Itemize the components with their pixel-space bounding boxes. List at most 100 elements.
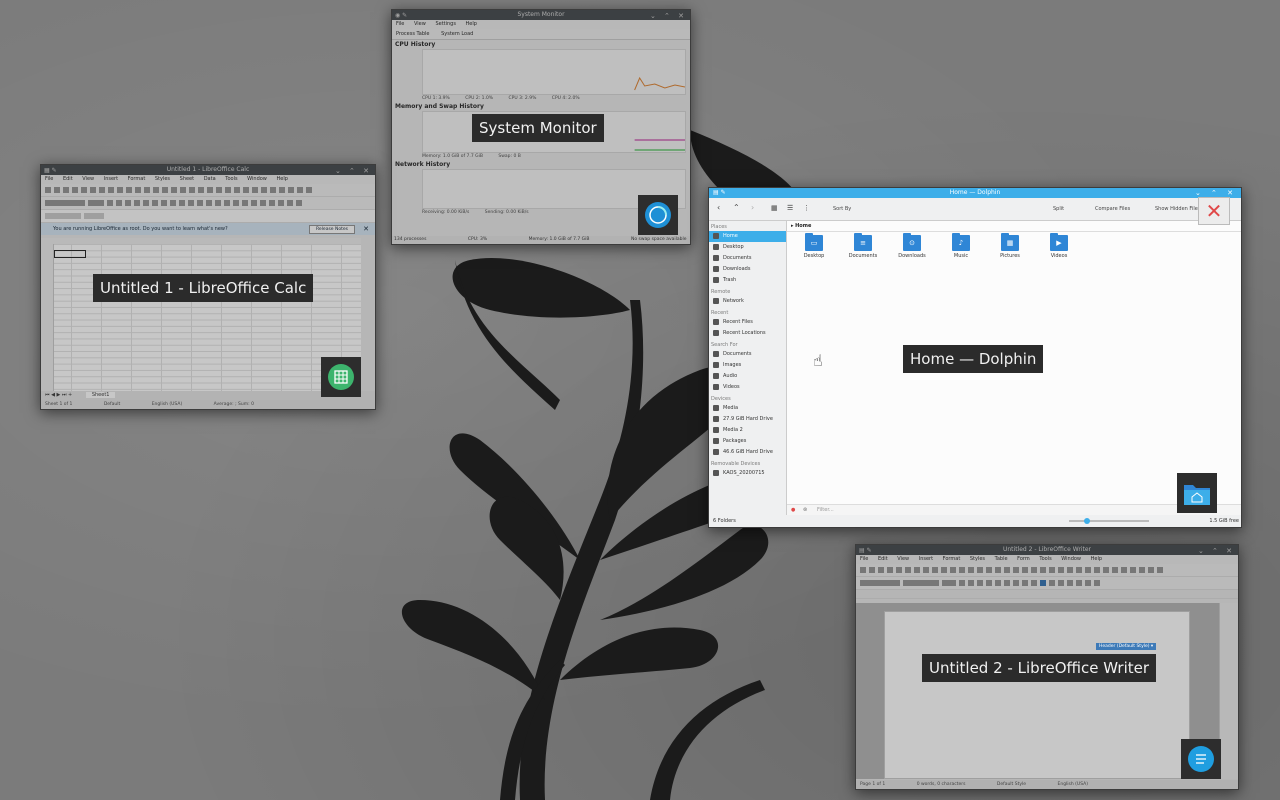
cell-grid[interactable] xyxy=(41,244,361,391)
menu-sheet[interactable]: Sheet xyxy=(180,176,194,182)
menu-table[interactable]: Table xyxy=(995,556,1008,562)
lock-icon[interactable]: ⊜ xyxy=(803,505,807,515)
calc-label[interactable]: Untitled 1 - LibreOffice Calc xyxy=(93,274,314,302)
close-filter-icon[interactable]: ● xyxy=(791,505,795,515)
device-item[interactable]: Packages xyxy=(709,436,786,447)
menu-insert[interactable]: Insert xyxy=(919,556,933,562)
zoom-slider[interactable] xyxy=(1069,520,1149,522)
calc-titlebar[interactable]: ▦ ✎ Untitled 1 - LibreOffice Calc ⌄ ⌃ ✕ xyxy=(41,165,375,175)
menu-file[interactable]: File xyxy=(396,21,404,27)
details-view-icon[interactable]: ☰ xyxy=(787,204,793,212)
app-menu-icon[interactable]: ◉ ✎ xyxy=(395,11,407,21)
device-item[interactable]: 27.9 GiB Hard Drive xyxy=(709,414,786,425)
places-item-home[interactable]: Home xyxy=(709,231,786,242)
menu-view[interactable]: View xyxy=(897,556,909,562)
search-item-documents[interactable]: Documents xyxy=(709,349,786,360)
menu-help[interactable]: Help xyxy=(466,21,477,27)
menu-tools[interactable]: Tools xyxy=(1039,556,1051,562)
folder-documents[interactable]: ≡ Documents xyxy=(843,233,883,259)
show-hidden-files-button[interactable]: Show Hidden Files xyxy=(1155,206,1200,212)
forward-icon[interactable]: › xyxy=(751,203,754,212)
menu-view[interactable]: View xyxy=(82,176,94,182)
places-item-network[interactable]: Network xyxy=(709,296,786,307)
device-item[interactable]: 46.6 GiB Hard Drive xyxy=(709,447,786,458)
places-item-desktop[interactable]: Desktop xyxy=(709,242,786,253)
window-controls[interactable]: ⌄ ⌃ ✕ xyxy=(1198,546,1235,556)
up-icon[interactable]: ⌃ xyxy=(733,203,740,212)
menu-view[interactable]: View xyxy=(414,21,426,27)
menu-insert[interactable]: Insert xyxy=(104,176,118,182)
device-item[interactable]: Media 2 xyxy=(709,425,786,436)
menu-tools[interactable]: Tools xyxy=(225,176,237,182)
tab-system-load[interactable]: System Load xyxy=(441,31,473,37)
menu-window[interactable]: Window xyxy=(247,176,267,182)
tree-view-icon[interactable]: ⋮ xyxy=(803,204,810,212)
places-item-downloads[interactable]: Downloads xyxy=(709,264,786,275)
compare-files-button[interactable]: Compare Files xyxy=(1095,206,1130,212)
dolphin-titlebar[interactable]: ▤ ✎ Home — Dolphin ⌄ ⌃ ✕ xyxy=(709,188,1241,198)
split-button[interactable]: Split xyxy=(1053,206,1064,212)
menu-file[interactable]: File xyxy=(45,176,53,182)
places-item-trash[interactable]: Trash xyxy=(709,275,786,286)
places-item-documents[interactable]: Documents xyxy=(709,253,786,264)
icons-view-icon[interactable]: ▦ xyxy=(771,204,778,212)
app-menu-icon[interactable]: ▤ ✎ xyxy=(859,546,872,556)
menu-form[interactable]: Form xyxy=(1017,556,1030,562)
filter-input[interactable]: Filter... xyxy=(817,507,834,513)
standard-toolbar[interactable] xyxy=(856,564,1238,577)
menu-styles[interactable]: Styles xyxy=(155,176,170,182)
search-item-audio[interactable]: Audio xyxy=(709,371,786,382)
menu-edit[interactable]: Edit xyxy=(878,556,888,562)
folder-pictures[interactable]: ▦ Pictures xyxy=(990,233,1030,259)
folder-downloads[interactable]: ⊙ Downloads xyxy=(892,233,932,259)
close-icon[interactable]: ✕ xyxy=(363,223,369,235)
search-item-videos[interactable]: Videos xyxy=(709,382,786,393)
sheet-nav-icons[interactable]: ⏮ ◀ ▶ ⏭ + xyxy=(45,392,72,398)
menu-help[interactable]: Help xyxy=(1091,556,1102,562)
menu-settings[interactable]: Settings xyxy=(435,21,456,27)
menu-help[interactable]: Help xyxy=(276,176,287,182)
search-item-images[interactable]: Images xyxy=(709,360,786,371)
sort-by-button[interactable]: Sort By xyxy=(833,206,851,212)
menu-edit[interactable]: Edit xyxy=(63,176,73,182)
places-item-recent-files[interactable]: Recent Files xyxy=(709,317,786,328)
removable-item[interactable]: KAOS_20200715 xyxy=(709,468,786,479)
release-notes-button[interactable]: Release Notes xyxy=(308,225,355,234)
menu-styles[interactable]: Styles xyxy=(970,556,985,562)
tab-process-table[interactable]: Process Table xyxy=(396,31,430,37)
menu-file[interactable]: File xyxy=(860,556,868,562)
writer-titlebar[interactable]: ▤ ✎ Untitled 2 - LibreOffice Writer ⌄ ⌃ … xyxy=(856,545,1238,555)
standard-toolbar[interactable] xyxy=(41,184,375,197)
window-controls[interactable]: ⌄ ⌃ ✕ xyxy=(650,11,687,21)
app-menu-icon[interactable]: ▤ ✎ xyxy=(713,188,726,198)
sidebar-deck[interactable] xyxy=(1219,603,1238,779)
folder-videos[interactable]: ▶ Videos xyxy=(1039,233,1079,259)
formatting-toolbar[interactable] xyxy=(41,197,375,210)
formatting-toolbar[interactable] xyxy=(856,577,1238,590)
filter-bar[interactable]: ● ⊜ Filter... xyxy=(787,504,1241,515)
formula-bar[interactable] xyxy=(41,210,375,223)
document-page[interactable] xyxy=(884,611,1190,779)
window-controls[interactable]: ⌄ ⌃ ✕ xyxy=(335,166,372,176)
menu-format[interactable]: Format xyxy=(128,176,146,182)
ruler[interactable] xyxy=(856,590,1238,599)
places-item-recent-locations[interactable]: Recent Locations xyxy=(709,328,786,339)
menu-window[interactable]: Window xyxy=(1061,556,1081,562)
breadcrumb[interactable]: ▸ Home xyxy=(787,221,1241,232)
breadcrumb-home[interactable]: Home xyxy=(795,223,811,229)
writer-label[interactable]: Untitled 2 - LibreOffice Writer xyxy=(922,654,1157,682)
system-monitor-titlebar[interactable]: ◉ ✎ System Monitor ⌄ ⌃ ✕ xyxy=(392,10,690,20)
header-style-tag[interactable]: Header (Default Style) ▾ xyxy=(1096,643,1157,650)
active-cell[interactable] xyxy=(54,250,86,258)
folder-desktop[interactable]: ▭ Desktop xyxy=(794,233,834,259)
menu-format[interactable]: Format xyxy=(943,556,961,562)
folder-music[interactable]: ♪ Music xyxy=(941,233,981,259)
menu-data[interactable]: Data xyxy=(204,176,216,182)
zoom-slider-handle[interactable] xyxy=(1084,518,1090,524)
back-icon[interactable]: ‹ xyxy=(717,203,720,212)
system-monitor-label[interactable]: System Monitor xyxy=(472,114,604,142)
close-window-button[interactable]: ✕ xyxy=(1198,197,1230,225)
dolphin-label[interactable]: Home — Dolphin xyxy=(903,345,1044,373)
sheet-tab[interactable]: Sheet1 xyxy=(85,392,116,398)
app-menu-icon[interactable]: ▦ ✎ xyxy=(44,166,57,176)
